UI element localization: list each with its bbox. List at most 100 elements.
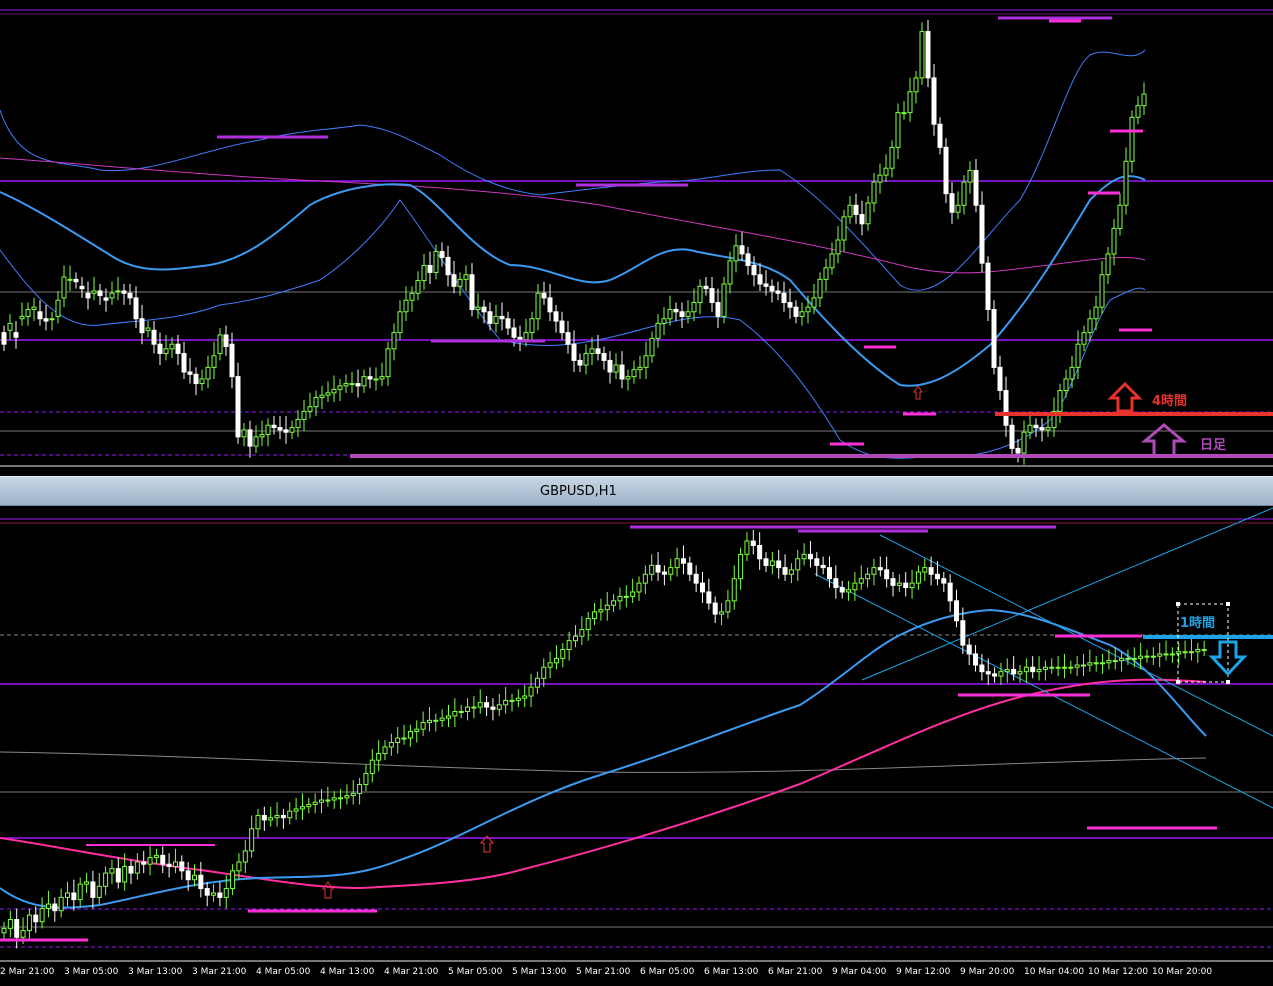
candle-body [997,366,1003,392]
candle-body [31,306,37,310]
candle-body [697,285,703,304]
candle-body [1036,668,1042,673]
time-tick-label: 4 Mar 21:00 [384,967,439,977]
candle-body [337,385,343,390]
candle-body [787,302,793,308]
candle-body [553,657,559,664]
time-tick-label: 9 Mar 20:00 [960,967,1015,977]
candle-body [733,245,739,262]
candle-body [839,587,845,593]
candle-body [738,553,744,580]
candle-body [503,699,509,706]
candle-body [52,903,58,912]
candle-body [769,285,775,292]
candle-body [793,306,799,317]
candle-body [922,567,928,573]
candle-body [595,348,601,354]
candle-body [169,343,175,350]
candle-body [7,919,13,929]
candle-body [801,553,807,560]
candle-body [289,427,295,433]
candle-body [84,881,90,885]
window-title-bar[interactable]: GBPUSD,H1 [0,476,1273,506]
candle-body [782,567,788,575]
candle-body [871,567,877,575]
candle-body [781,292,787,304]
candle-body [313,396,319,408]
candle-body [835,239,841,255]
candle-body [1074,664,1080,668]
candle-body [97,290,103,297]
candle-body [811,297,817,308]
candle-body [909,582,915,589]
candle-body [67,278,73,281]
candle-body [522,695,528,699]
candle-body [941,578,947,584]
candle-body [877,567,883,571]
candle-body [426,719,432,724]
selection-handle[interactable] [1176,680,1180,684]
candle-body [236,861,242,872]
candle-body [667,308,673,320]
candle-body [601,352,607,361]
candle-body [852,582,858,591]
candle-body [349,383,355,386]
candle-body [607,359,613,373]
candle-body [388,741,394,748]
candle-body [325,392,331,396]
candle-body [166,863,172,867]
candle-body [85,292,91,299]
candle-body [242,850,248,863]
candle-body [1131,657,1137,660]
selection-handle[interactable] [1226,602,1230,606]
candle-body [103,872,109,887]
candle-body [128,865,134,874]
candle-body [1195,649,1201,653]
candle-body [967,170,973,183]
candle-body [535,292,541,320]
candle-body [691,302,697,313]
candle-body [249,828,255,852]
candle-body [1017,671,1023,675]
selection-handle[interactable] [1176,602,1180,606]
candle-body [134,861,140,874]
candle-body [853,204,859,216]
candle-body [949,193,955,213]
candle-body [827,567,832,580]
candle-body [961,181,967,206]
candle-body [71,892,77,901]
candle-body [277,427,283,431]
selection-handle[interactable] [1226,680,1230,684]
candle-body [571,343,577,361]
candle-body [217,334,223,354]
candle-body [617,595,623,602]
candle-body [896,582,902,586]
candle-body [382,746,388,755]
candle-body [373,378,379,381]
trendline [814,573,1273,809]
ma-pink [0,678,1207,890]
candle-body [565,332,571,345]
candle-body [623,595,629,598]
candle-body [1057,390,1063,412]
candle-body [439,251,445,258]
candle-body [115,868,121,883]
candle-body [122,865,128,883]
candle-body [475,306,481,310]
time-tick-label: 6 Mar 13:00 [704,967,759,977]
candle-body [1157,653,1163,657]
candle-body [19,315,25,320]
candle-body [79,285,85,290]
candle-body [407,730,413,739]
candle-body [261,815,267,821]
candle-body [193,373,199,385]
top-panel [0,9,1273,467]
time-tick-label: 4 Mar 13:00 [320,967,375,977]
candle-body [271,424,277,429]
candle-body [1188,651,1194,654]
candle-body [744,540,750,555]
candle-body [255,815,261,830]
candle-body [1075,343,1081,368]
h4-label: 4時間 [1152,394,1188,409]
candle-body [788,569,794,575]
